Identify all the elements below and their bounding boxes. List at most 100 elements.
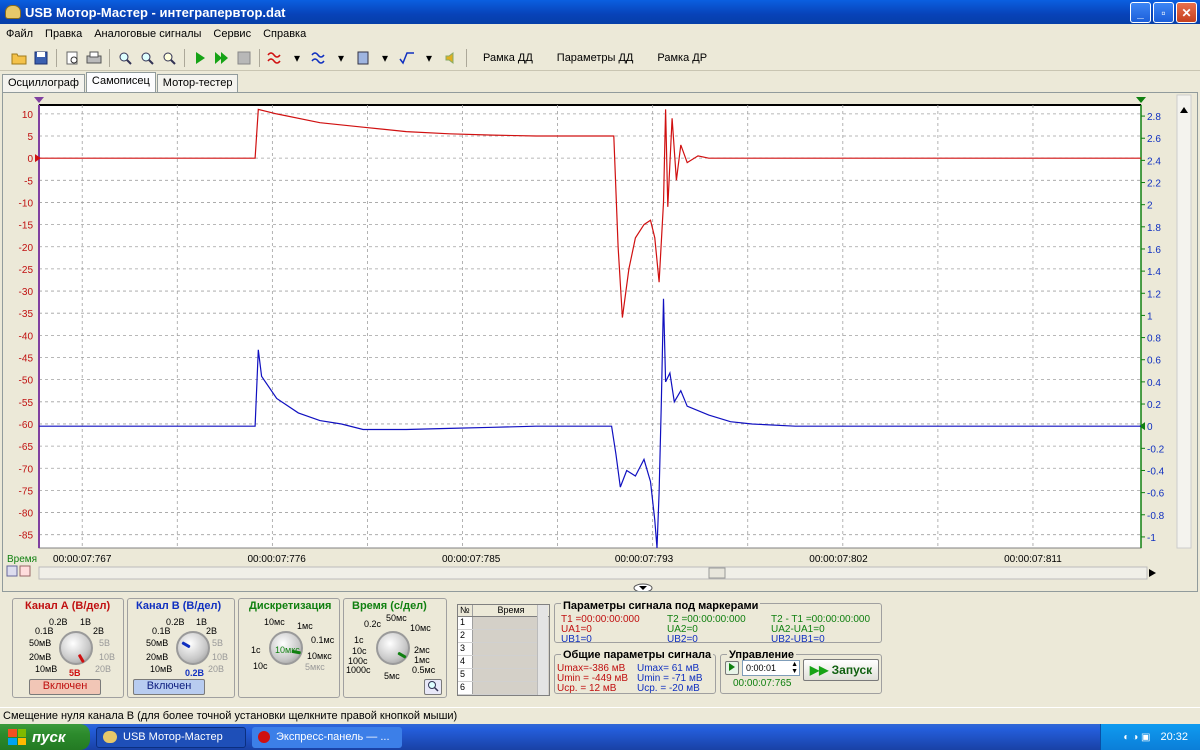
print-preview-icon[interactable] [63,49,81,67]
toolbar: ▾ ▾ ▾ ▾ Рамка ДД Параметры ДД Рамка ДР [0,45,1200,71]
frame-dd-button[interactable]: Рамка ДД [471,52,545,64]
y-tick-label-left: -70 [19,464,34,475]
table-row[interactable]: 5 [458,669,549,682]
x-tick-label: 00:00:07:785 [442,554,501,565]
menu-service[interactable]: Сервис [207,28,257,40]
dropdown-arrow-icon[interactable]: ▾ [288,49,306,67]
scale-label: 2В [206,626,218,636]
x-tick-label: 00:00:07:776 [247,554,306,565]
time-knob[interactable] [376,631,410,665]
y-tick-label-left: -60 [19,420,34,431]
y-tick-label-right: 2.8 [1147,112,1161,123]
calculator-icon[interactable] [354,49,372,67]
signal-a-icon[interactable] [266,49,284,67]
scale-label: 5В [99,638,111,648]
y-tick-label-right: 0.2 [1147,400,1161,411]
marker-t2-handle [1136,97,1146,103]
menu-analog-signals[interactable]: Аналоговые сигналы [88,28,207,40]
tab-motor-tester[interactable]: Мотор-тестер [156,74,239,92]
zoom-fit-icon[interactable] [160,49,178,67]
scale-label: 5мс [384,671,400,681]
step-button[interactable] [725,661,739,675]
status-bar: Смещение нуля канала В (для более точной… [0,707,1200,724]
table-row[interactable]: 2 [458,630,549,643]
print-icon[interactable] [85,49,103,67]
tray-icons[interactable]: ◐ ◑ ▣ [1123,732,1150,743]
y-tick-label-left: -10 [19,198,34,209]
menu-help[interactable]: Справка [257,28,312,40]
dropdown-arrow-icon[interactable]: ▾ [420,49,438,67]
close-button[interactable]: ✕ [1176,2,1197,23]
maximize-button[interactable]: ▫ [1153,2,1174,23]
zoom-out-icon[interactable] [138,49,156,67]
channel-b-knob[interactable] [176,631,210,665]
time-group: Время (с/дел) 50мс 0.2с 10мс 1с 2мс 10с … [343,598,447,698]
signal-b-icon[interactable] [310,49,328,67]
channel-b-enable-button[interactable]: Включен [133,679,205,695]
spin-arrows-icon[interactable]: ▲ ▼ [791,661,798,675]
x-tick-label: 00:00:07:802 [809,554,868,565]
table-row[interactable]: 1 [458,617,549,630]
open-folder-icon[interactable] [10,49,28,67]
x-axis-title: Время [7,554,37,565]
scale-label: 50мВ [29,638,52,648]
task-express-panel[interactable]: Экспресс-панель — ... [252,726,402,748]
y-tick-label-right: 1.4 [1147,267,1161,278]
scale-label: 0.5мс [412,665,436,675]
sqrt-icon[interactable] [398,49,416,67]
y-tick-label-right: 0.6 [1147,356,1161,367]
play-continuous-icon[interactable] [213,49,231,67]
y-tick-label-left: -55 [19,398,34,409]
scale-label: 1В [80,617,92,627]
scale-label: 10В [212,652,229,662]
channel-a-title: Канал А (В/дел) [25,600,111,612]
interval-spinbox[interactable]: 0:00:01 ▲ ▼ [742,660,800,676]
y-tick-label-left: -75 [19,486,34,497]
channel-a-enable-button[interactable]: Включен [29,679,101,695]
tab-oscilloscope[interactable]: Осциллограф [2,74,85,92]
frame-dr-button[interactable]: Рамка ДР [645,52,719,64]
magnifier-button[interactable] [424,679,442,695]
table-row[interactable]: 6 [458,682,549,695]
channel-b-group: Канал В (В/дел) 0.2В 1В 0.1В 2В 50мВ 5В … [127,598,235,698]
y-tick-label-right: -0.2 [1147,444,1165,455]
task-motor-master[interactable]: USB Мотор-Мастер [96,726,246,748]
dropdown-arrow-icon[interactable]: ▾ [376,49,394,67]
minimize-button[interactable]: _ [1130,2,1151,23]
channel-b-current: 0.2В [185,668,205,678]
scale-label: 10с [352,646,367,656]
x-tick-label: 00:00:07:793 [615,554,674,565]
zoom-in-icon[interactable] [116,49,134,67]
y-tick-label-left: -50 [19,376,34,387]
y-tick-label-right: 2.6 [1147,134,1161,145]
tab-recorder[interactable]: Самописец [85,72,156,92]
table-row[interactable]: 3 [458,643,549,656]
marker-t1-handle [34,97,44,103]
channel-a-knob[interactable] [59,631,93,665]
save-icon[interactable] [32,49,50,67]
recorder-chart[interactable]: 1050-5-10-15-20-25-30-35-40-45-50-55-60-… [3,93,1197,593]
menu-edit[interactable]: Правка [39,28,88,40]
table-scrollbar[interactable] [537,605,548,695]
cursor-right-button [19,565,31,577]
plot-area [38,104,1142,549]
dropdown-arrow-icon[interactable]: ▾ [332,49,350,67]
marker-dub: UВ2-UВ1=0 [771,634,825,645]
sound-icon[interactable] [442,49,460,67]
y-tick-label-left: -5 [24,176,33,187]
menu-file[interactable]: Файл [0,28,39,40]
table-row[interactable]: 4 [458,656,549,669]
start-button[interactable]: ▶▶ Запуск [803,659,879,681]
y-tick-label-left: -35 [19,309,34,320]
marker-ub2: UВ2=0 [667,634,698,645]
start-button-taskbar[interactable]: пуск [0,724,90,750]
play-icon[interactable] [191,49,209,67]
scale-label: 2В [93,626,105,636]
stop-icon[interactable] [235,49,253,67]
scale-label: 10мВ [150,664,173,674]
y-tick-label-right: 0.4 [1147,378,1161,389]
scale-label: 0.1В [152,626,171,636]
y-tick-label-right: -0.8 [1147,511,1165,522]
sampling-current: 10мкс [275,645,300,655]
params-dd-button[interactable]: Параметры ДД [545,52,646,64]
